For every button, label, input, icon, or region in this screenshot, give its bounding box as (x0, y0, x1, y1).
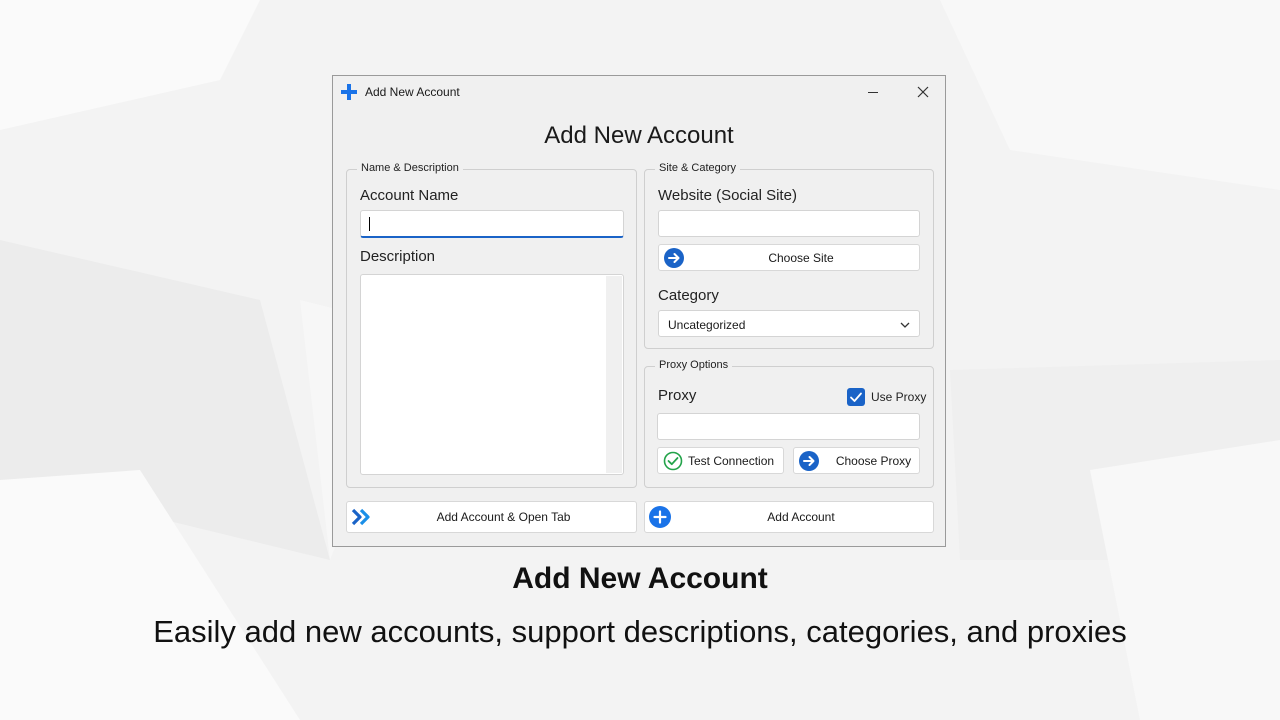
group-legend: Site & Category (655, 162, 741, 174)
add-account-open-tab-label: Add Account & Open Tab (436, 510, 571, 524)
account-name-label: Account Name (360, 187, 459, 204)
plus-circle-icon (649, 506, 671, 528)
description-scrollbar[interactable] (606, 276, 622, 473)
add-account-open-tab-button[interactable]: Add Account & Open Tab (346, 501, 637, 533)
arrow-right-circle-icon (799, 450, 819, 471)
add-account-window: Add New Account Add New Account Name & D… (332, 75, 946, 547)
account-name-input[interactable] (360, 210, 624, 238)
site-category-group: Site & Category Website (Social Site) Ch… (644, 162, 934, 349)
description-textarea[interactable] (360, 274, 624, 475)
website-input[interactable] (658, 210, 920, 237)
name-description-group: Name & Description Account Name Descript… (346, 162, 637, 488)
proxy-input[interactable] (657, 413, 920, 440)
proxy-options-group: Proxy Options Proxy Use Proxy Test Conne… (644, 359, 934, 488)
add-account-label: Add Account (767, 510, 835, 524)
group-legend: Name & Description (357, 162, 463, 174)
test-connection-label: Test Connection (688, 453, 775, 468)
use-proxy-checkbox[interactable] (847, 388, 865, 406)
choose-site-label: Choose Site (768, 250, 834, 265)
minimize-button[interactable] (858, 80, 888, 104)
caption-title: Add New Account (512, 562, 768, 595)
window-title: Add New Account (365, 85, 460, 99)
category-label: Category (658, 287, 719, 304)
chevron-down-icon (900, 322, 910, 328)
close-icon (917, 86, 929, 98)
description-label: Description (360, 248, 436, 265)
choose-proxy-label: Choose Proxy (835, 453, 912, 468)
category-selected-value: Uncategorized (668, 318, 746, 332)
check-circle-icon (663, 451, 683, 470)
double-chevron-right-icon (351, 508, 370, 526)
plus-icon (341, 84, 357, 100)
choose-site-button[interactable]: Choose Site (658, 244, 920, 271)
test-connection-button[interactable]: Test Connection (657, 447, 784, 474)
use-proxy-label: Use Proxy (871, 390, 927, 404)
caption-subtitle: Easily add new accounts, support descrip… (153, 614, 1127, 649)
title-bar: Add New Account (333, 76, 945, 108)
minimize-icon (868, 92, 878, 93)
close-button[interactable] (908, 80, 938, 104)
add-account-button[interactable]: Add Account (644, 501, 934, 533)
dialog-heading: Add New Account (544, 122, 734, 149)
group-legend: Proxy Options (655, 359, 733, 371)
choose-proxy-button[interactable]: Choose Proxy (793, 447, 920, 474)
checkmark-icon (850, 392, 862, 402)
website-label: Website (Social Site) (658, 187, 797, 204)
text-caret (369, 217, 370, 231)
proxy-label: Proxy (658, 387, 697, 404)
arrow-right-circle-icon (664, 247, 684, 268)
category-select[interactable]: Uncategorized (658, 310, 920, 337)
